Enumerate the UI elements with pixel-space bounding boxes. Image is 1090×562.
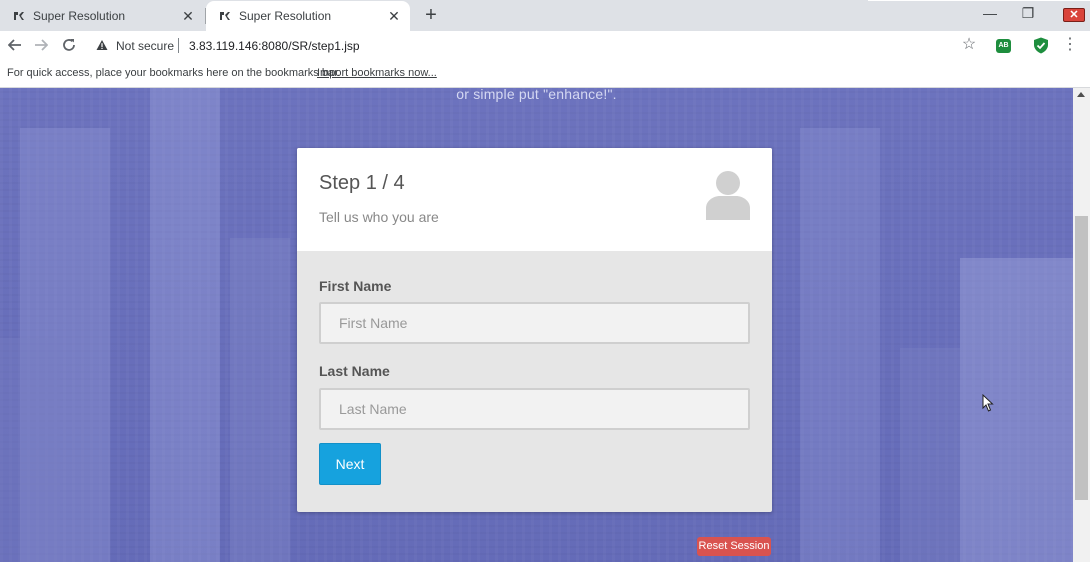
tab-strip: Super Resolution ✕ Super Resolution ✕ + … [0, 0, 1090, 31]
more-menu-icon[interactable]: ⋮ [1062, 35, 1078, 57]
bookmarks-bar: For quick access, place your bookmarks h… [0, 60, 1090, 88]
url-text[interactable]: 3.83.119.146:8080/SR/step1.jsp [189, 39, 360, 53]
background-building [150, 88, 220, 562]
page-content: or simple put "enhance!". Step 1 / 4 Tel… [0, 88, 1073, 562]
background-building [800, 128, 880, 562]
tab-super-resolution-1[interactable]: Super Resolution ✕ [0, 1, 204, 31]
last-name-label: Last Name [319, 363, 390, 379]
background-building [960, 258, 1073, 562]
step-indicator: Step 1 / 4 [319, 172, 405, 194]
tab-super-resolution-2[interactable]: Super Resolution ✕ [206, 1, 410, 31]
browser-toolbar: Not secure 3.83.119.146:8080/SR/step1.js… [0, 31, 1090, 60]
tab-title: Super Resolution [33, 9, 126, 23]
step-subtitle: Tell us who you are [319, 209, 439, 225]
mouse-cursor-icon [982, 394, 994, 412]
adblock-extension-icon[interactable]: AB [996, 39, 1011, 53]
minimize-button[interactable]: — [973, 0, 1007, 28]
close-icon: ✕ [1063, 8, 1085, 22]
back-button[interactable] [4, 34, 26, 56]
favicon-icon [14, 12, 24, 20]
shield-check-icon[interactable] [1033, 37, 1049, 54]
security-status[interactable]: Not secure [116, 39, 174, 53]
reload-icon [63, 39, 75, 51]
reset-session-button[interactable]: Reset Session [697, 537, 771, 556]
tab-close-icon[interactable]: ✕ [386, 8, 402, 24]
restore-button[interactable]: ❐ [1011, 0, 1045, 28]
next-button[interactable]: Next [319, 443, 381, 485]
bookmarks-hint: For quick access, place your bookmarks h… [7, 67, 341, 79]
last-name-input[interactable] [319, 388, 750, 430]
tab-title: Super Resolution [239, 9, 332, 23]
arrow-left-icon [7, 39, 21, 51]
first-name-label: First Name [319, 278, 392, 294]
forward-button[interactable] [30, 34, 52, 56]
address-bar[interactable]: Not secure 3.83.119.146:8080/SR/step1.js… [88, 33, 988, 58]
scrollbar-thumb[interactable] [1075, 216, 1088, 500]
close-window-button[interactable]: ✕ [1057, 0, 1090, 28]
signup-card: Step 1 / 4 Tell us who you are First Nam… [297, 148, 772, 512]
bookmark-star-icon[interactable]: ☆ [958, 34, 980, 56]
new-tab-button[interactable]: + [420, 4, 442, 26]
background-building [900, 348, 960, 562]
card-header: Step 1 / 4 Tell us who you are [297, 148, 772, 251]
first-name-input[interactable] [319, 302, 750, 344]
arrow-right-icon [35, 39, 49, 51]
warning-icon [96, 40, 108, 50]
user-avatar-icon [706, 171, 750, 220]
scroll-up-arrow-icon[interactable] [1077, 92, 1085, 97]
page-scrollbar[interactable] [1073, 88, 1090, 562]
favicon-icon [220, 12, 230, 20]
background-building [0, 338, 60, 562]
tab-close-icon[interactable]: ✕ [180, 8, 196, 24]
url-divider [178, 38, 179, 53]
background-building [230, 238, 290, 562]
reload-button[interactable] [58, 34, 80, 56]
page-tagline: or simple put "enhance!". [456, 88, 617, 102]
import-bookmarks-link[interactable]: Import bookmarks now... [317, 67, 437, 79]
